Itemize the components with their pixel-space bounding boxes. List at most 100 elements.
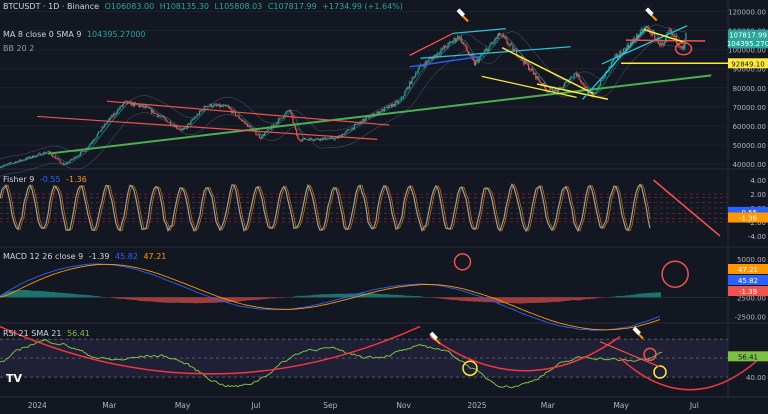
candle-body	[69, 160, 71, 163]
macd-histogram-bar	[27, 290, 29, 298]
macd-histogram-bar	[465, 297, 467, 302]
macd-legend[interactable]: MACD 12 26 close 9 -1.39 45.82 47.21	[3, 252, 169, 261]
candle-body	[383, 107, 386, 112]
candle-body	[532, 70, 534, 75]
candle-body	[54, 156, 56, 159]
candle-body	[272, 125, 274, 127]
macd-histogram-bar	[627, 295, 629, 298]
candle-body	[21, 159, 23, 161]
candle-body	[182, 129, 184, 131]
macd-histogram-bar	[137, 297, 139, 301]
candle-body	[459, 36, 461, 39]
macd-histogram-bar	[547, 297, 549, 303]
rsi-legend[interactable]: RSI 21 SMA 21 56.41	[3, 329, 93, 338]
chart-canvas[interactable]: 40000.00 50000.00 60000.00 70000.00 80000.00…	[0, 0, 768, 414]
macd-histogram-bar	[381, 294, 383, 298]
candle-body	[18, 159, 20, 162]
macd-histogram-bar	[443, 297, 445, 299]
candle-body	[114, 113, 116, 114]
candle-body	[344, 132, 346, 135]
candle-body	[501, 34, 503, 36]
candle-body	[582, 82, 584, 84]
macd-histogram-bar	[181, 297, 183, 303]
candle-body	[23, 159, 25, 161]
candle-body	[326, 139, 328, 141]
candle-body	[530, 68, 532, 71]
macd-histogram-bar	[305, 295, 307, 298]
candle-body	[185, 127, 187, 129]
macd-histogram-bar	[129, 297, 131, 300]
candle-body	[381, 109, 383, 112]
tradingview-logo[interactable]: TV	[6, 372, 30, 386]
macd-histogram-bar	[71, 293, 73, 298]
macd-histogram-bar	[343, 293, 345, 298]
candle-body	[81, 151, 83, 153]
fisher-axis-label: -4.00	[748, 233, 766, 241]
candle-body	[682, 46, 685, 49]
candle-body	[5, 164, 7, 165]
rsi-value: 56.41	[66, 329, 90, 338]
macd-histogram-bar	[99, 296, 101, 298]
candle-body	[268, 128, 270, 130]
macd-histogram-bar	[559, 297, 561, 302]
macd-histogram-bar	[21, 290, 23, 298]
macd-histogram-bar	[433, 297, 435, 298]
macd-histogram-bar	[249, 297, 251, 301]
candle-body	[662, 45, 664, 46]
candle-body	[544, 86, 546, 91]
candle-body	[279, 117, 281, 119]
macd-histogram-bar	[295, 296, 297, 298]
candle-body	[28, 156, 30, 159]
ohlc-high: H108135.30	[159, 2, 209, 11]
fisher-legend[interactable]: Fisher 9 -0.55 -1.36	[3, 175, 90, 184]
candle-body	[184, 127, 186, 129]
candle-body	[398, 100, 400, 104]
macd-histogram-bar	[621, 295, 623, 298]
candle-body	[562, 85, 565, 89]
macd-histogram-bar	[613, 296, 615, 298]
macd-histogram-bar	[185, 297, 187, 304]
macd-histogram-bar	[557, 297, 559, 302]
candle-body	[286, 110, 288, 113]
candle-body	[631, 41, 633, 43]
macd-histogram-bar	[259, 297, 261, 300]
time-axis-label: Nov	[396, 401, 411, 410]
candle-body	[529, 69, 531, 71]
candle-body	[406, 87, 408, 90]
candle-body	[177, 128, 179, 129]
macd-histogram-bar	[321, 294, 323, 298]
price-axis-label: 80000.00	[733, 85, 766, 93]
candle-body	[155, 112, 157, 115]
macd-histogram-bar	[579, 297, 581, 301]
macd-histogram-bar	[11, 290, 13, 298]
macd-histogram-bar	[417, 296, 419, 298]
candle-body	[82, 151, 84, 152]
macd-histogram-bar	[337, 293, 339, 298]
candle-body	[112, 115, 114, 117]
candle-body	[412, 76, 414, 78]
macd-histogram-bar	[179, 297, 181, 303]
price-tag-label: 92849.10	[731, 60, 764, 68]
rsi-value-tag-label: 56.41	[738, 353, 758, 361]
macd-histogram-bar	[563, 297, 565, 302]
candle-body	[509, 43, 512, 45]
candle-body	[499, 33, 501, 36]
macd-histogram-bar	[33, 290, 35, 298]
macd-histogram-bar	[83, 294, 85, 298]
macd-histogram-bar	[447, 297, 449, 300]
macd-histogram-bar	[119, 297, 121, 299]
candle-body	[600, 80, 602, 87]
macd-histogram-bar	[69, 293, 71, 298]
macd-histogram-bar	[475, 297, 477, 302]
macd-histogram-bar	[299, 295, 301, 298]
macd-histogram-bar	[597, 297, 599, 299]
candle-body	[103, 124, 106, 128]
ma-legend[interactable]: MA 8 close 0 SMA 9 104395.27000	[3, 30, 149, 39]
macd-histogram-bar	[481, 297, 483, 302]
candle-body	[75, 156, 77, 158]
bb-legend[interactable]: BB 20 2	[3, 44, 37, 53]
candle-body	[679, 46, 681, 48]
macd-histogram-bar	[327, 294, 329, 298]
candle-body	[464, 44, 466, 46]
macd-histogram-bar	[391, 294, 393, 298]
